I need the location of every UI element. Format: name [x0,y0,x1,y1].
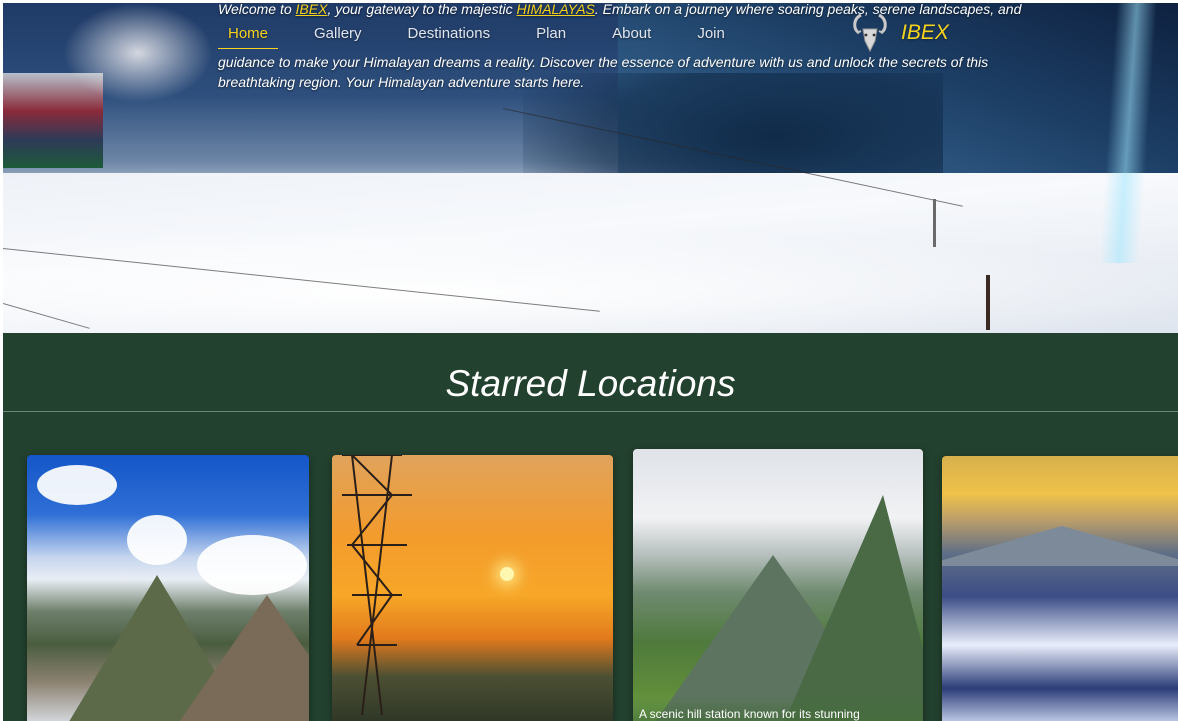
card-cloud [37,465,117,505]
card-tower [342,455,412,716]
location-card-3[interactable]: A scenic hill station known for its stun… [633,449,923,721]
card-sun [500,567,514,581]
location-card-4[interactable] [942,456,1178,721]
card-mountain [942,526,1178,566]
card-cloud [127,515,187,565]
card-mountain [783,495,923,721]
brand-name: IBEX [901,21,949,44]
intro-region-link[interactable]: HIMALAYAS [517,3,595,17]
location-card-2[interactable] [332,455,613,721]
intro-mid: , your gateway to the majestic [327,3,517,17]
section-divider [3,411,1178,412]
nav-item-destinations[interactable]: Destinations [398,25,501,48]
hero-blur-patch [63,3,213,103]
intro-line-1: Welcome to IBEX, your gateway to the maj… [218,3,1078,19]
hero-fence-post [986,275,990,330]
location-card-1[interactable] [27,455,309,721]
hero-snow-highlight [3,233,1178,333]
nav-item-join[interactable]: Join [687,25,735,48]
ibex-goat-icon [853,13,887,53]
main-nav: Home Gallery Destinations Plan About Joi… [218,25,761,51]
section-title: Starred Locations [445,363,736,404]
hero-utility-pole [933,199,936,247]
card-caption [942,696,1178,721]
card-caption [27,695,309,721]
nav-item-home[interactable]: Home [218,25,279,49]
nav-item-about[interactable]: About [602,25,661,48]
intro-line-4: breathtaking region. Your Himalayan adve… [218,74,585,90]
card-caption: A scenic hill station known for its stun… [633,695,923,721]
card-caption [332,695,613,721]
nav-item-plan[interactable]: Plan [526,25,576,48]
intro-brand-link[interactable]: IBEX [296,3,328,17]
hero-banner: Welcome to IBEX, your gateway to the maj… [3,3,1178,333]
intro-prefix: Welcome to [218,3,296,17]
intro-rest: . Embark on a journey where soaring peak… [594,3,1022,17]
intro-line-3: guidance to make your Himalayan dreams a… [218,54,989,70]
page-frame: Welcome to IBEX, your gateway to the maj… [3,3,1178,721]
nav-item-gallery[interactable]: Gallery [304,25,372,48]
brand[interactable]: IBEX [847,11,949,55]
